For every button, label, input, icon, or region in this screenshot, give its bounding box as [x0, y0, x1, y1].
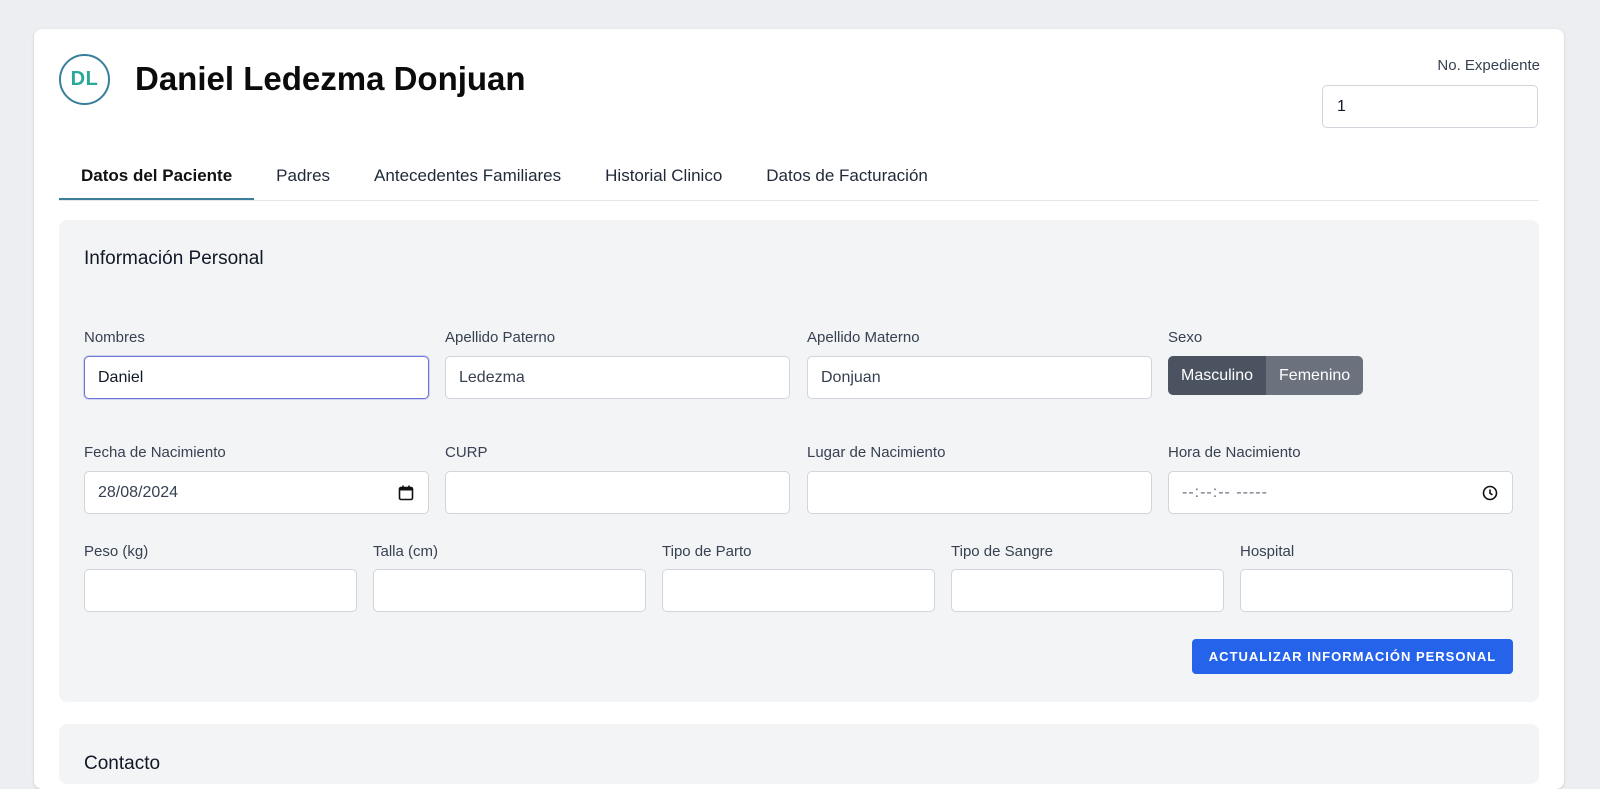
label-hora-nacimiento: Hora de Nacimiento — [1168, 444, 1301, 461]
contact-panel: Contacto — [59, 724, 1539, 784]
apellido-paterno-input[interactable] — [445, 356, 790, 399]
personal-info-panel: Información Personal — [59, 220, 1539, 702]
tab-padres[interactable]: Padres — [254, 162, 352, 200]
tab-antecedentes-familiares[interactable]: Antecedentes Familiares — [352, 162, 583, 200]
fecha-nacimiento-input[interactable]: 28/08/2024 — [84, 471, 429, 514]
label-tipo-parto: Tipo de Parto — [662, 543, 752, 560]
lugar-nacimiento-input[interactable] — [807, 471, 1152, 514]
tab-historial-clinico[interactable]: Historial Clinico — [583, 162, 744, 200]
label-nombres: Nombres — [84, 329, 145, 346]
label-apellido-materno: Apellido Materno — [807, 329, 920, 346]
label-talla: Talla (cm) — [373, 543, 439, 560]
tab-datos-paciente[interactable]: Datos del Paciente — [59, 162, 255, 200]
label-fecha-nacimiento: Fecha de Nacimiento — [84, 444, 226, 461]
hora-nacimiento-placeholder: --:--:-- ----- — [1182, 483, 1268, 501]
label-hospital: Hospital — [1240, 543, 1295, 560]
apellido-materno-input[interactable] — [807, 356, 1152, 399]
avatar-initials: DL — [70, 68, 99, 90]
talla-input[interactable] — [373, 569, 646, 612]
sex-toggle-group: Masculino Femenino — [1168, 356, 1364, 395]
tipo-parto-input[interactable] — [662, 569, 935, 612]
update-personal-info-button[interactable]: ACTUALIZAR INFORMACIÓN PERSONAL — [1192, 639, 1513, 674]
hora-nacimiento-input[interactable]: --:--:-- ----- — [1168, 471, 1513, 514]
sex-femenino-button[interactable]: Femenino — [1266, 356, 1364, 395]
nombres-input[interactable] — [84, 356, 429, 399]
label-lugar-nacimiento: Lugar de Nacimiento — [807, 444, 946, 461]
avatar: DL — [59, 54, 110, 105]
label-peso: Peso (kg) — [84, 543, 149, 560]
tab-datos-facturacion[interactable]: Datos de Facturación — [744, 162, 950, 200]
expediente-label: No. Expediente — [1437, 57, 1540, 74]
label-tipo-sangre: Tipo de Sangre — [951, 543, 1054, 560]
section-title-personal: Información Personal — [84, 248, 264, 269]
peso-input[interactable] — [84, 569, 357, 612]
fecha-nacimiento-value: 28/08/2024 — [98, 483, 179, 501]
clock-icon[interactable] — [1481, 484, 1499, 502]
expediente-input[interactable] — [1322, 85, 1538, 128]
page-title: Daniel Ledezma Donjuan — [135, 60, 526, 97]
sex-masculino-button[interactable]: Masculino — [1168, 356, 1267, 395]
hospital-input[interactable] — [1240, 569, 1513, 612]
tipo-sangre-input[interactable] — [951, 569, 1224, 612]
label-apellido-paterno: Apellido Paterno — [445, 329, 556, 346]
label-sexo: Sexo — [1168, 329, 1203, 346]
tab-bar: Datos del Paciente Padres Antecedentes F… — [59, 162, 1539, 201]
calendar-icon[interactable] — [397, 484, 415, 502]
curp-input[interactable] — [445, 471, 790, 514]
label-curp: CURP — [445, 444, 488, 461]
